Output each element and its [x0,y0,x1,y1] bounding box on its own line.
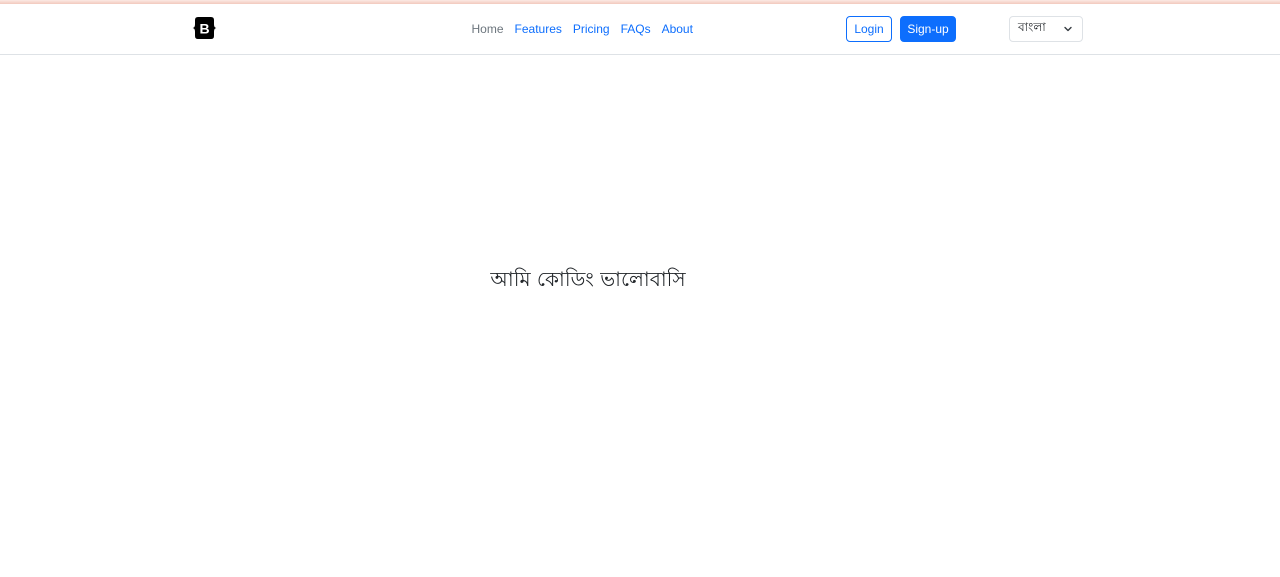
language-selected-value: বাংলা [1018,20,1046,34]
login-button[interactable]: Login [846,16,892,42]
hero-text: আমি কোডিং ভালোবাসি [490,267,686,291]
bootstrap-logo-icon[interactable]: B [191,16,218,40]
language-select[interactable]: বাংলা [1009,16,1083,42]
navbar: B Home Features Pricing FAQs About Login… [0,4,1280,55]
nav-link-home[interactable]: Home [466,20,509,38]
logo-letter: B [199,21,209,37]
main-nav: Home Features Pricing FAQs About [466,19,698,39]
nav-link-about[interactable]: About [656,20,698,38]
signup-button[interactable]: Sign-up [900,16,956,42]
chevron-down-icon [1064,26,1072,32]
nav-link-features[interactable]: Features [509,20,567,38]
nav-link-faqs[interactable]: FAQs [615,20,656,38]
nav-link-pricing[interactable]: Pricing [567,20,615,38]
